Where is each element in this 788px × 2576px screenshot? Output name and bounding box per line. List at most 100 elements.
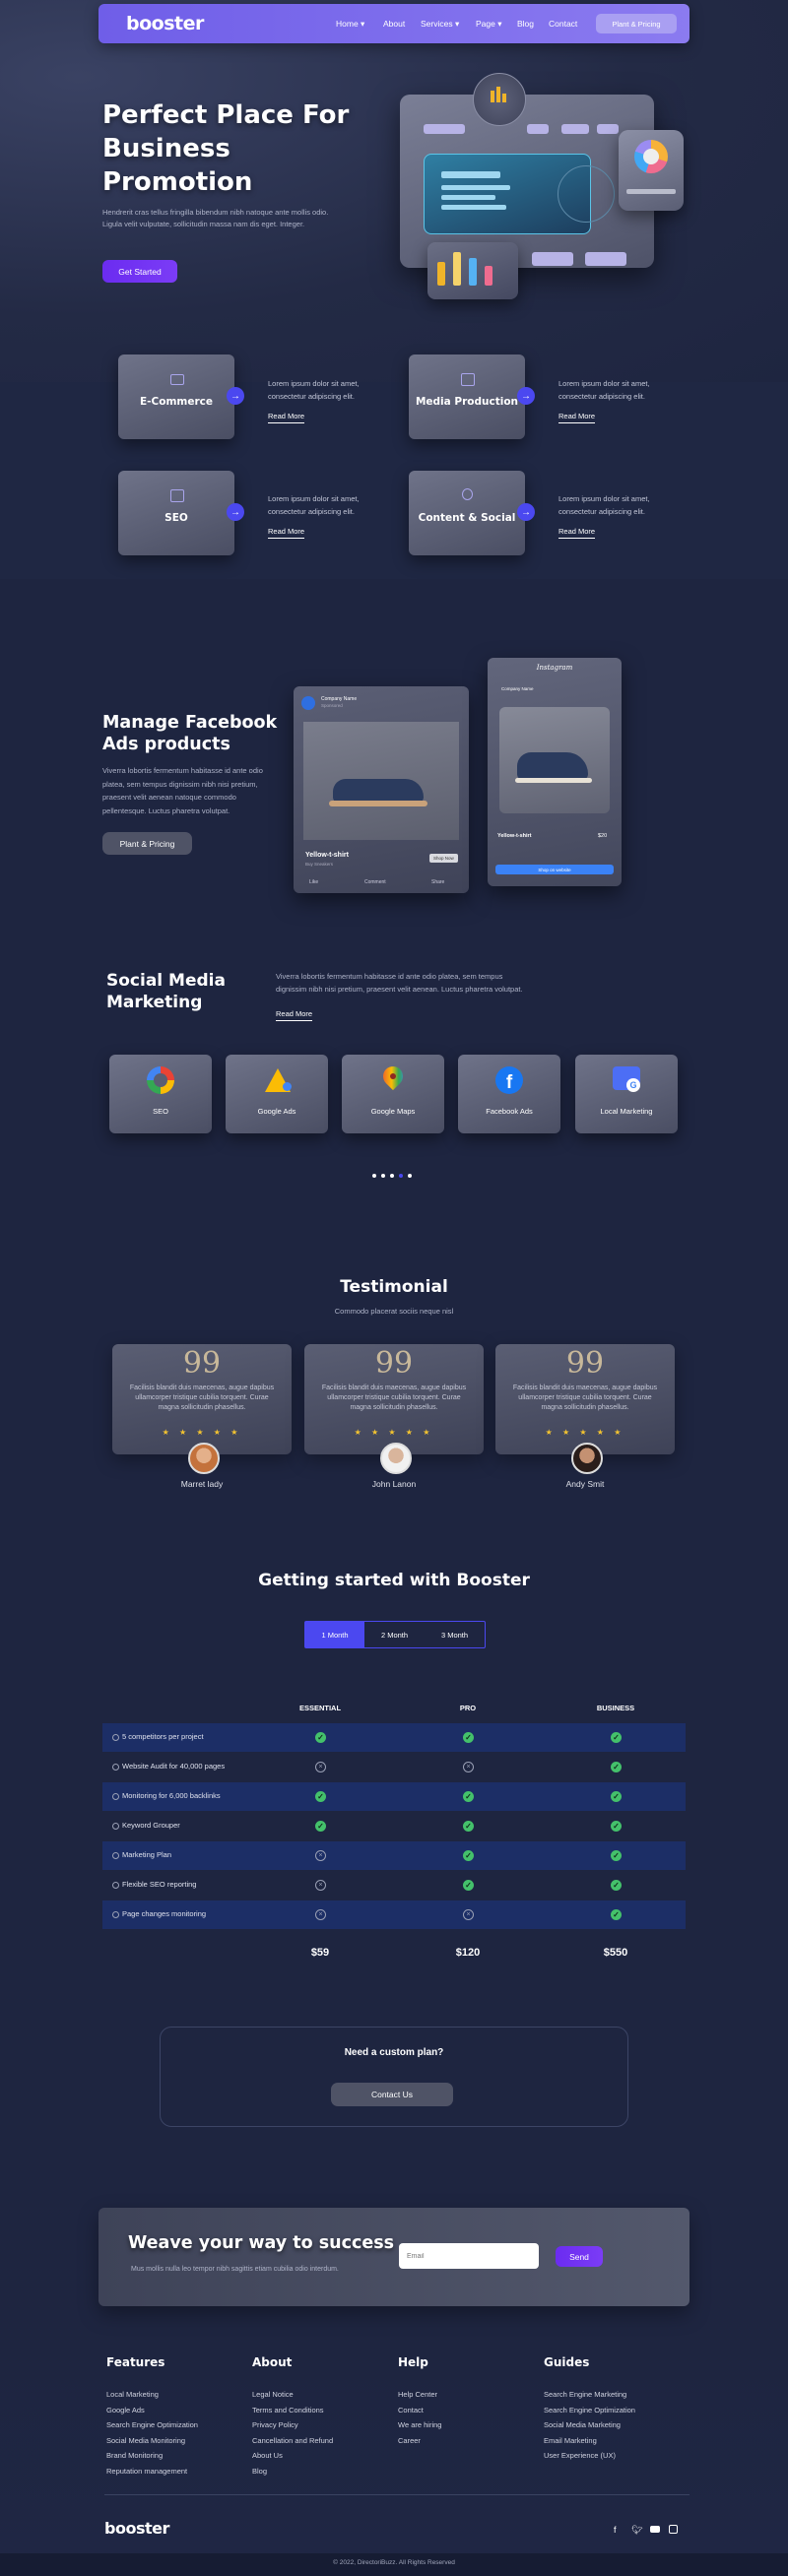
bulb-icon: [462, 488, 473, 500]
send-button[interactable]: Send: [556, 2246, 603, 2267]
footer-link[interactable]: Search Engine Optimization: [544, 2403, 635, 2418]
service-card-ecommerce[interactable]: E-Commerce →: [118, 354, 244, 439]
nav-blog[interactable]: Blog: [517, 19, 534, 29]
footer-link[interactable]: Career: [398, 2433, 421, 2449]
text-line: ullamcorper tristique cubilia torquent. …: [135, 1394, 269, 1401]
service-card-seo[interactable]: SEO →: [118, 471, 244, 555]
platform-card-google-maps[interactable]: Google Maps: [342, 1055, 444, 1133]
nav-home[interactable]: Home ▾: [336, 19, 364, 30]
price-business: $550: [603, 1947, 628, 1959]
nav-services[interactable]: Services ▾: [421, 19, 459, 30]
facebook-section-title: Manage Facebook Ads products: [102, 712, 277, 755]
bar-chart-bar: [485, 266, 492, 286]
footer-link[interactable]: Cancellation and Refund: [252, 2433, 333, 2449]
shoe-icon: [333, 779, 424, 803]
feature-label: 5 competitors per project: [122, 1732, 204, 1741]
footer-link[interactable]: Brand Monitoring: [106, 2448, 163, 2464]
footer-link[interactable]: Social Media Marketing: [544, 2417, 621, 2433]
platform-card-local-marketing[interactable]: G Local Marketing: [575, 1055, 678, 1133]
footer-logo[interactable]: booster: [104, 2519, 169, 2538]
logo[interactable]: booster: [126, 13, 204, 34]
media-icon: [461, 373, 475, 386]
check-icon: ✓: [463, 1732, 474, 1743]
shop-website-button[interactable]: Shop on website: [495, 865, 614, 874]
shoe-sole: [515, 778, 592, 783]
tab-3-month[interactable]: 3 Month: [425, 1622, 485, 1647]
testimonial-card: 99 Facilisis blandit duis maecenas, augu…: [304, 1344, 484, 1454]
email-input[interactable]: [399, 2243, 539, 2269]
twitter-icon[interactable]: 🐦︎: [631, 2525, 642, 2536]
nav-page[interactable]: Page ▾: [476, 19, 501, 30]
footer-link[interactable]: About Us: [252, 2448, 283, 2464]
footer-link[interactable]: Legal Notice: [252, 2387, 294, 2403]
row-bullet-icon: [112, 1793, 119, 1800]
get-started-button[interactable]: Get Started: [102, 260, 177, 283]
pricing-button[interactable]: Plant & Pricing: [596, 14, 677, 33]
footer-link[interactable]: User Experience (UX): [544, 2448, 616, 2464]
facebook-icon[interactable]: f: [614, 2525, 617, 2535]
read-more-link[interactable]: Read More: [268, 412, 305, 423]
platform-card-google-ads[interactable]: Google Ads: [226, 1055, 328, 1133]
quote-icon: 99: [374, 1346, 414, 1381]
arrow-right-icon[interactable]: →: [517, 387, 535, 405]
footer-link[interactable]: Help Center: [398, 2387, 437, 2403]
carousel-dots: [372, 1174, 412, 1178]
read-more-link[interactable]: Read More: [558, 412, 596, 423]
tab-2-month[interactable]: 2 Month: [364, 1622, 425, 1647]
service-text-line: Lorem ipsum dolor sit amet,: [558, 494, 650, 503]
carousel-dot[interactable]: [372, 1174, 376, 1178]
footer-link[interactable]: Local Marketing: [106, 2387, 159, 2403]
testimonial-name: Andy Smit: [565, 1479, 605, 1489]
footer-link[interactable]: Reputation management: [106, 2464, 187, 2479]
carousel-dot[interactable]: [390, 1174, 394, 1178]
footer-link[interactable]: Email Marketing: [544, 2433, 597, 2449]
platform-card-seo[interactable]: SEO: [109, 1055, 212, 1133]
service-card-content-social[interactable]: Content & Social →: [409, 471, 535, 555]
nav-about[interactable]: About: [383, 19, 405, 29]
arrow-right-icon[interactable]: →: [227, 387, 244, 405]
avatar: [188, 1443, 220, 1474]
service-card-media-production[interactable]: Media Production →: [409, 354, 535, 439]
like-button[interactable]: Like: [309, 879, 318, 885]
footer-link[interactable]: Privacy Policy: [252, 2417, 298, 2433]
read-more-link[interactable]: Read More: [276, 1009, 313, 1021]
newsletter-title: Weave your way to success: [128, 2233, 395, 2253]
bar-icon: [496, 87, 500, 102]
dashboard-pill: [561, 124, 589, 134]
dashboard-pill: [532, 252, 573, 266]
feature-label: Monitoring for 6,000 backlinks: [122, 1791, 221, 1800]
footer-link[interactable]: Google Ads: [106, 2403, 145, 2418]
footer-link[interactable]: We are hiring: [398, 2417, 441, 2433]
footer-link[interactable]: Blog: [252, 2464, 267, 2479]
pricing-row: Keyword Grouper ✓ ✓ ✓: [102, 1812, 686, 1840]
dashboard-pill: [527, 124, 549, 134]
row-bullet-icon: [112, 1823, 119, 1830]
shop-now-button[interactable]: Shop Now: [429, 854, 458, 863]
share-button[interactable]: Share: [431, 879, 444, 885]
check-icon: ✓: [463, 1880, 474, 1891]
testimonial-name: Marret lady: [180, 1479, 224, 1489]
platform-card-facebook-ads[interactable]: f Facebook Ads: [458, 1055, 560, 1133]
footer-link[interactable]: Terms and Conditions: [252, 2403, 324, 2418]
text-line: ullamcorper tristique cubilia torquent. …: [327, 1394, 461, 1401]
nav-contact[interactable]: Contact: [549, 19, 577, 29]
read-more-link[interactable]: Read More: [268, 527, 305, 539]
testimonial-card: 99 Facilisis blandit duis maecenas, augu…: [495, 1344, 675, 1454]
arrow-right-icon[interactable]: →: [227, 503, 244, 521]
arrow-right-icon[interactable]: →: [517, 503, 535, 521]
read-more-link[interactable]: Read More: [558, 527, 596, 539]
pricing-button[interactable]: Plant & Pricing: [102, 832, 192, 855]
carousel-dot-active[interactable]: [399, 1174, 403, 1178]
youtube-icon[interactable]: [650, 2526, 660, 2533]
footer-link[interactable]: Contact: [398, 2403, 424, 2418]
instagram-icon[interactable]: [669, 2525, 678, 2534]
carousel-dot[interactable]: [408, 1174, 412, 1178]
footer-link[interactable]: Search Engine Optimization: [106, 2417, 198, 2433]
comment-button[interactable]: Comment: [364, 879, 386, 885]
tab-1-month[interactable]: 1 Month: [305, 1622, 364, 1647]
contact-us-button[interactable]: Contact Us: [331, 2083, 453, 2106]
service-title: E-Commerce: [140, 396, 213, 408]
footer-link[interactable]: Social Media Monitoring: [106, 2433, 185, 2449]
carousel-dot[interactable]: [381, 1174, 385, 1178]
footer-link[interactable]: Search Engine Marketing: [544, 2387, 626, 2403]
